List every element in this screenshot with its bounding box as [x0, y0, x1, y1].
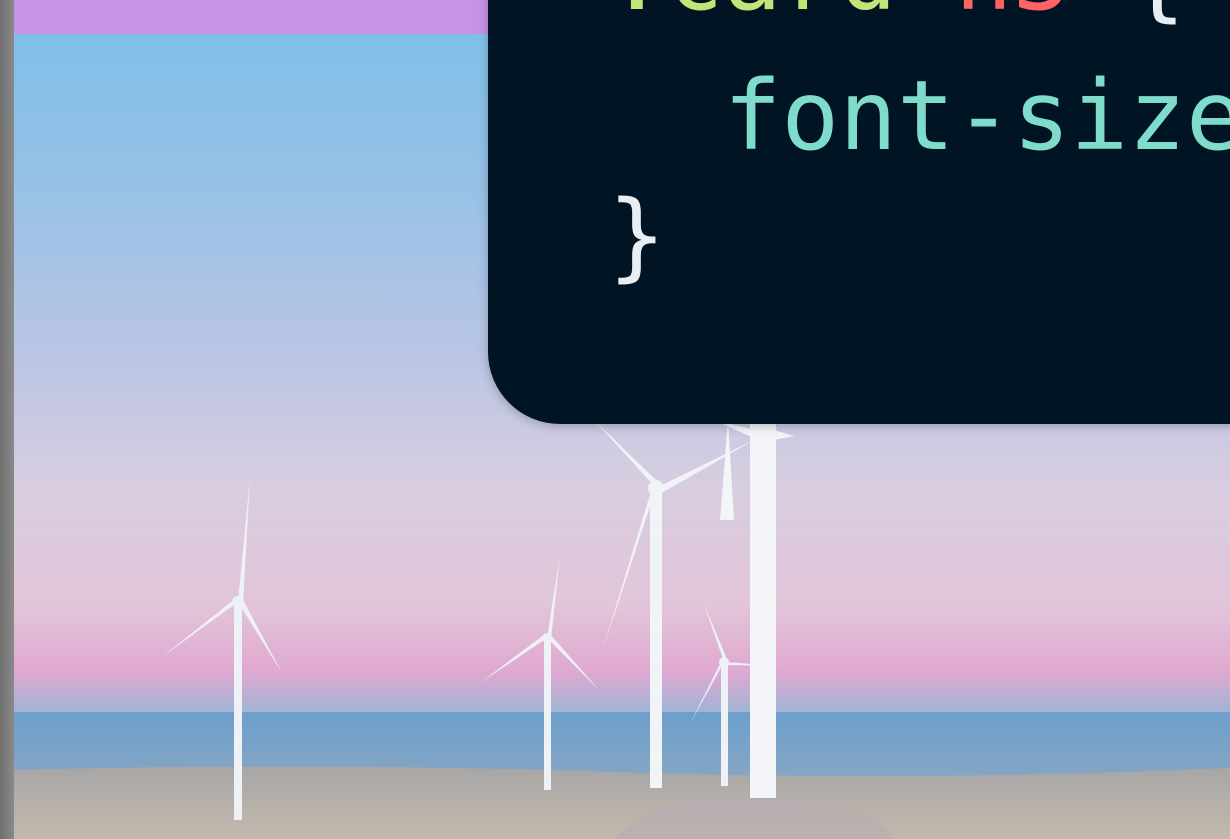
css-tag: h3: [955, 0, 1071, 32]
ground: [14, 766, 1230, 839]
screen: .card h3 { font-size }: [0, 0, 1230, 839]
code-line-2: font-size: [608, 60, 1230, 172]
open-brace: {: [1070, 0, 1186, 32]
code-line-3: }: [608, 180, 666, 292]
code-snippet-card: .card h3 { font-size }: [488, 0, 1230, 424]
window-frame-edge: [0, 0, 14, 839]
css-selector: .card: [608, 0, 897, 32]
code-line-1: .card h3 {: [608, 0, 1186, 32]
close-brace: }: [608, 180, 666, 292]
css-property: font-size: [723, 60, 1230, 172]
